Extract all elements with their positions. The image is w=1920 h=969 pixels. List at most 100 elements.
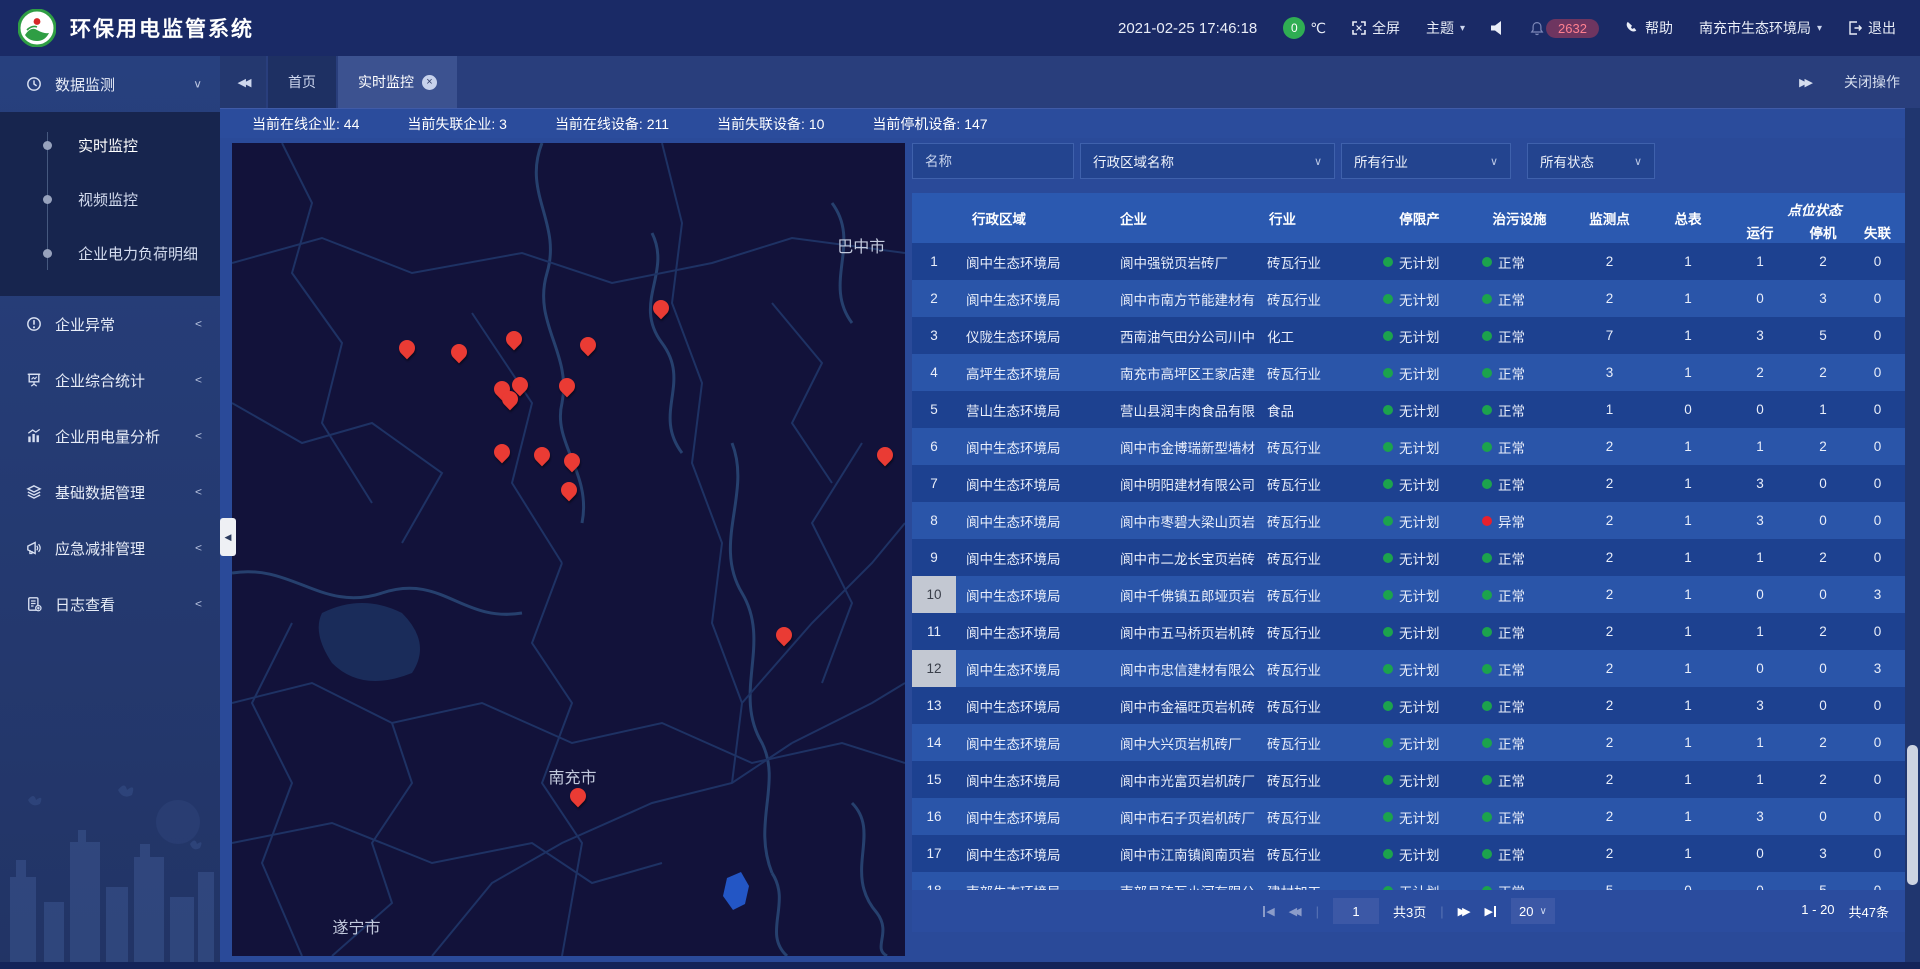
table-row[interactable]: 10阆中生态环境局阆中千佛镇五郎垭页岩砖瓦行业无计划正常21003 [912,576,1905,613]
tabs-scroll-right-button[interactable]: ▶▶ [1799,76,1810,89]
page-size-select[interactable]: 20 ∨ [1511,898,1555,924]
map[interactable]: 巴中市南充市遂宁市 [232,143,905,956]
status-dot-icon [1482,664,1492,674]
org-user-menu[interactable]: 南充市生态环境局 ▾ [1699,18,1822,38]
log-icon [26,596,42,612]
tabs-scroll-left-button[interactable]: ◀◀ [220,56,266,108]
mute-icon[interactable] [1491,21,1504,35]
tab-bar: ◀◀ 首页实时监控× ▶▶ 关闭操作 [220,56,1920,108]
cell-total: 1 [1652,576,1724,613]
cell-industry: 砖瓦行业 [1257,724,1367,761]
status-filter-select[interactable]: 所有状态 ∨ [1527,143,1655,179]
sidebar-group-应急减排管理[interactable]: 应急减排管理< [0,520,220,576]
table-row[interactable]: 15阆中生态环境局阆中市光富页岩机砖厂砖瓦行业无计划正常21120 [912,761,1905,798]
notification-widget[interactable]: 2632 [1530,19,1599,38]
cell-company: 南部县砖瓦小河有限公 [1112,872,1257,890]
close-operations-menu[interactable]: 关闭操作 [1844,72,1900,92]
sidebar-group-数据监测[interactable]: 数据监测∨ [0,56,220,112]
cell-monitor: 2 [1567,650,1652,687]
sidebar-collapse-button[interactable]: ◀ [220,518,236,556]
table-row[interactable]: 11阆中生态环境局阆中市五马桥页岩机砖砖瓦行业无计划正常21120 [912,613,1905,650]
status-dot-icon [1482,553,1492,563]
tab-实时监控[interactable]: 实时监控× [338,56,457,108]
name-filter-input[interactable] [912,143,1074,179]
page-scrollbar[interactable] [1905,108,1920,969]
table-row[interactable]: 18南部生态环境局南部县砖瓦小河有限公建材加工无计划正常50050 [912,872,1905,890]
cell-region: 阆中生态环境局 [956,687,1112,724]
table-row[interactable]: 3仪陇生态环境局西南油气田分公司川中化工无计划正常71350 [912,317,1905,354]
table-row[interactable]: 17阆中生态环境局阆中市江南镇阆南页岩砖瓦行业无计划正常21030 [912,835,1905,872]
sidebar-group-企业用电量分析[interactable]: 企业用电量分析< [0,408,220,464]
theme-menu[interactable]: 主题 ▾ [1426,18,1465,38]
total-pages-label: 共3页 [1393,902,1426,921]
sidebar-item-视频监控[interactable]: 视频监控 [0,172,220,226]
region-filter-select[interactable]: 行政区域名称 ∨ [1080,143,1335,179]
last-page-button[interactable]: ▶ [1485,905,1497,918]
table-row[interactable]: 5营山生态环境局营山县润丰肉食品有限食品无计划正常10010 [912,391,1905,428]
industry-filter-select[interactable]: 所有行业 ∨ [1341,143,1511,179]
table-row[interactable]: 14阆中生态环境局阆中大兴页岩机砖厂砖瓦行业无计划正常21120 [912,724,1905,761]
table-row[interactable]: 13阆中生态环境局阆中市金福旺页岩机砖砖瓦行业无计划正常21300 [912,687,1905,724]
pagination-summary: 1 - 20 共47条 [1801,902,1889,921]
phone-icon [1625,21,1639,35]
cell-facility: 异常 [1472,502,1567,539]
sidebar-group-企业异常[interactable]: 企业异常< [0,296,220,352]
cell-run: 0 [1724,280,1796,317]
column-header-stop: 停机 [1796,220,1850,243]
notification-badge: 2632 [1546,19,1599,38]
cell-run: 3 [1724,465,1796,502]
tab-close-icon[interactable]: × [422,75,437,90]
column-header-company: 企业 [1112,193,1257,243]
status-dot-icon [1482,405,1492,415]
logout-button[interactable]: 退出 [1848,18,1896,38]
table-row[interactable]: 2阆中生态环境局阆中市南方节能建材有砖瓦行业无计划正常21030 [912,280,1905,317]
facility-text: 正常 [1498,437,1525,457]
scrollbar-thumb[interactable] [1907,745,1918,885]
app-logo-icon [18,9,56,47]
next-page-button[interactable]: ▶▶ [1458,905,1471,918]
facility-text: 正常 [1498,770,1525,790]
cell-facility: 正常 [1472,354,1567,391]
cell-stop: 2 [1796,724,1850,761]
cell-stop-limit: 无计划 [1367,354,1472,391]
table-row[interactable]: 1阆中生态环境局阆中强锐页岩砖厂砖瓦行业无计划正常21120 [912,243,1905,280]
alert-icon [26,316,42,332]
fullscreen-button[interactable]: 全屏 [1352,18,1400,38]
status-dot-icon [1482,257,1492,267]
first-page-button[interactable]: ◀ [1262,905,1274,918]
cell-run: 0 [1724,650,1796,687]
cell-company: 阆中市金福旺页岩机砖 [1112,687,1257,724]
cell-industry: 砖瓦行业 [1257,465,1367,502]
sidebar-item-企业电力负荷明细[interactable]: 企业电力负荷明细 [0,226,220,280]
cell-total: 1 [1652,613,1724,650]
cell-stop: 2 [1796,354,1850,391]
help-button[interactable]: 帮助 [1625,18,1673,38]
cell-facility: 正常 [1472,391,1567,428]
status-dot-icon [1383,479,1393,489]
cell-index: 13 [912,687,956,724]
sidebar-group-企业综合统计[interactable]: 企业综合统计< [0,352,220,408]
table-row[interactable]: 8阆中生态环境局阆中市枣碧大梁山页岩砖瓦行业无计划异常21300 [912,502,1905,539]
cell-run: 3 [1724,317,1796,354]
status-dot-icon [1383,812,1393,822]
status-dot-icon [1482,331,1492,341]
sidebar-item-实时监控[interactable]: 实时监控 [0,118,220,172]
tab-首页[interactable]: 首页 [268,56,336,108]
cell-run: 2 [1724,354,1796,391]
sidebar-group-日志查看[interactable]: 日志查看< [0,576,220,632]
sidebar-group-基础数据管理[interactable]: 基础数据管理< [0,464,220,520]
facility-text: 正常 [1498,585,1525,605]
table-row[interactable]: 12阆中生态环境局阆中市忠信建材有限公砖瓦行业无计划正常21003 [912,650,1905,687]
facility-text: 异常 [1498,511,1525,531]
stat-value: 211 [647,116,669,132]
status-dot-icon [1482,590,1492,600]
cell-stop-limit: 无计划 [1367,465,1472,502]
page-number-input[interactable]: 1 [1333,898,1379,924]
table-row[interactable]: 7阆中生态环境局阆中明阳建材有限公司砖瓦行业无计划正常21300 [912,465,1905,502]
table-row[interactable]: 6阆中生态环境局阆中市金博瑞新型墙材砖瓦行业无计划正常21120 [912,428,1905,465]
table-row[interactable]: 9阆中生态环境局阆中市二龙长宝页岩砖砖瓦行业无计划正常21120 [912,539,1905,576]
table-row[interactable]: 4高坪生态环境局南充市高坪区王家店建砖瓦行业无计划正常31220 [912,354,1905,391]
prev-page-button[interactable]: ◀◀ [1289,905,1302,918]
cell-lost: 3 [1850,576,1905,613]
table-row[interactable]: 16阆中生态环境局阆中市石子页岩机砖厂砖瓦行业无计划正常21300 [912,798,1905,835]
